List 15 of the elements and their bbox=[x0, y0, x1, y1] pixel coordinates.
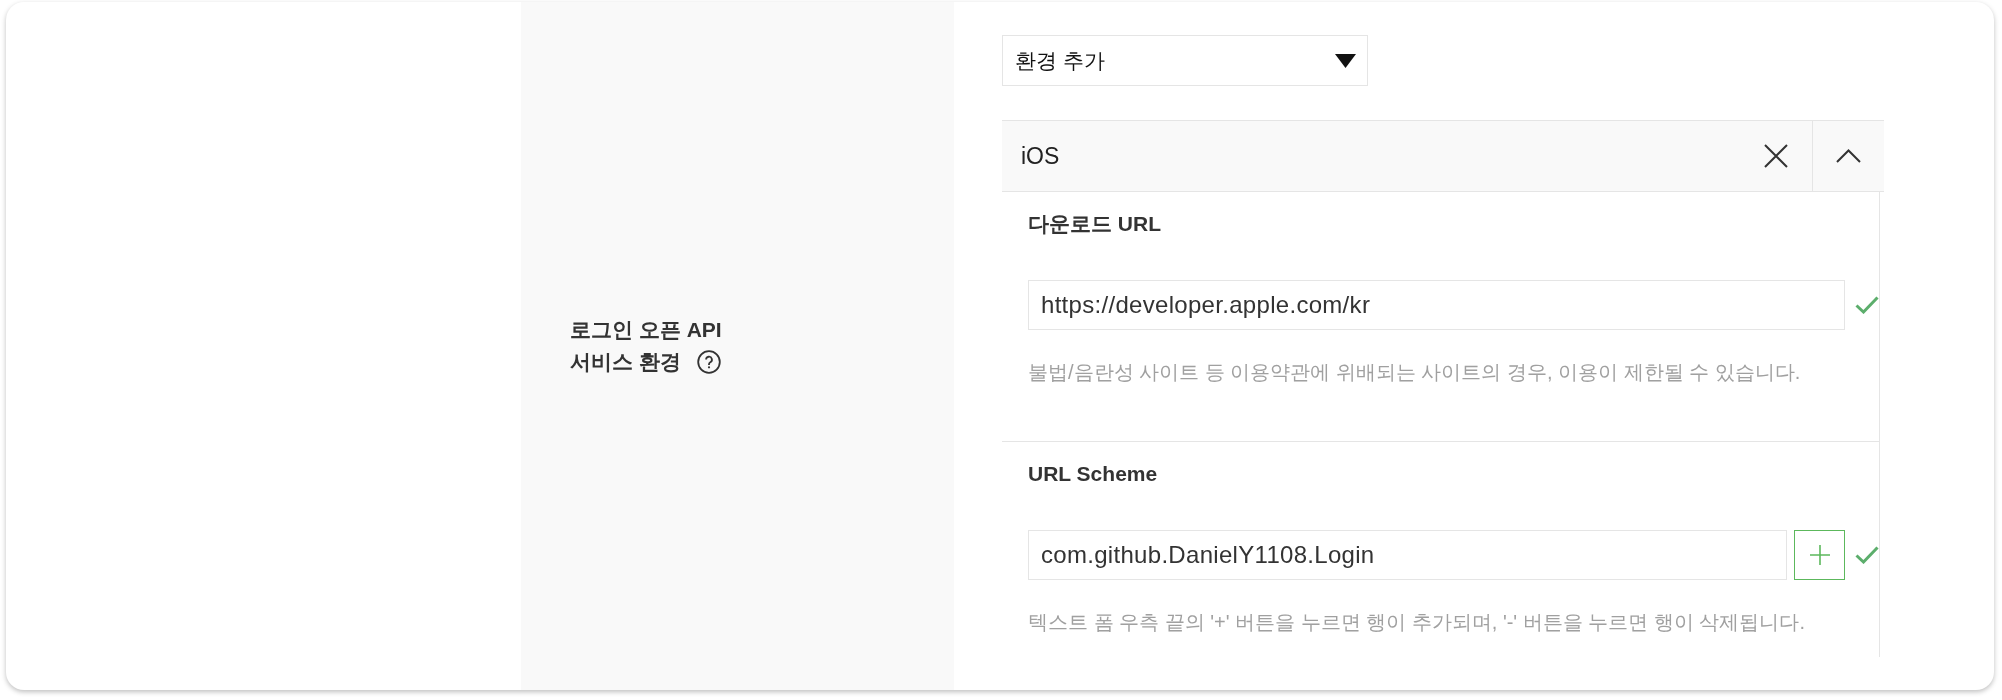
setting-label: 로그인 오픈 API bbox=[570, 317, 722, 343]
plus-icon bbox=[1809, 545, 1830, 565]
field-hint: 불법/음란성 사이트 등 이용약관에 위배되는 사이트의 경우, 이용이 제한될 수 있습니다. bbox=[1028, 360, 1801, 385]
setting-label: 서비스 환경 bbox=[570, 349, 681, 375]
field-label: 다운로드 URL bbox=[1028, 211, 1161, 237]
text-input[interactable]: https://developer.apple.com/kr bbox=[1028, 280, 1845, 330]
dropdown-triangle-icon bbox=[1335, 53, 1356, 68]
chevron-icon bbox=[1836, 149, 1861, 163]
close-icon bbox=[1764, 144, 1788, 168]
text-input[interactable]: com.github.DanielY1108.Login bbox=[1028, 530, 1787, 580]
field-hint: 텍스트 폼 우측 끝의 '+' 버튼을 누르면 행이 추가되며, '-' 버튼을 누르면 행이 삭제됩니다. bbox=[1028, 610, 1805, 635]
field-label: URL Scheme bbox=[1028, 461, 1158, 487]
help-icon[interactable] bbox=[696, 350, 721, 374]
environment-name: iOS bbox=[1021, 142, 1061, 170]
environment-select[interactable]: 환경 추가 bbox=[1002, 35, 1368, 86]
